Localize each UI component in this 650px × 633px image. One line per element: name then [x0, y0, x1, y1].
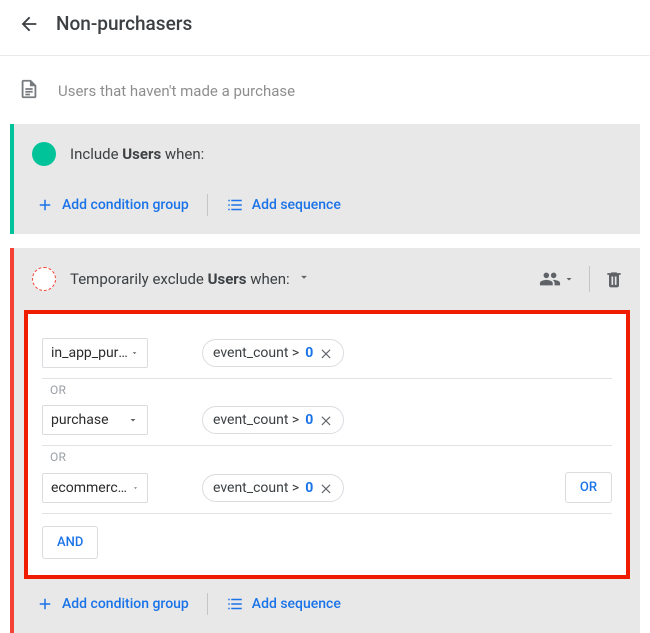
include-heading: Include Users when: — [70, 145, 624, 163]
exclude-heading[interactable]: Temporarily exclude Users when: — [70, 270, 525, 288]
exclude-block: Temporarily exclude Users when: in_app_p… — [10, 248, 640, 633]
remove-condition-icon[interactable] — [319, 346, 333, 360]
conditions-panel: in_app_purchase event_count > 0 OR purch… — [24, 310, 630, 579]
condition-pill[interactable]: event_count > 0 — [202, 406, 344, 434]
description-icon — [18, 78, 40, 104]
scope-picker-button[interactable] — [539, 268, 575, 290]
or-separator: OR — [42, 379, 612, 399]
dimension-picker[interactable]: in_app_purchase — [42, 338, 148, 368]
and-button[interactable]: AND — [42, 526, 98, 559]
description-input[interactable]: Users that haven't made a purchase — [58, 82, 295, 100]
remove-condition-icon[interactable] — [319, 481, 333, 495]
or-button[interactable]: OR — [565, 472, 612, 503]
back-button[interactable] — [18, 13, 40, 35]
include-indicator-icon — [32, 142, 56, 166]
condition-row: purchase event_count > 0 — [42, 399, 612, 446]
or-separator: OR — [42, 446, 612, 466]
dimension-picker[interactable]: ecommerce_purchase — [42, 473, 148, 503]
dimension-picker[interactable]: purchase — [42, 405, 148, 435]
condition-row: ecommerce_purchase event_count > 0 OR — [42, 466, 612, 514]
divider — [207, 593, 208, 615]
include-block: Include Users when: Add condition group … — [10, 124, 640, 234]
remove-condition-icon[interactable] — [319, 413, 333, 427]
add-condition-group-button[interactable]: Add condition group — [32, 591, 193, 617]
add-sequence-button[interactable]: Add sequence — [222, 192, 345, 218]
add-sequence-button[interactable]: Add sequence — [222, 591, 345, 617]
chevron-down-icon[interactable] — [297, 270, 311, 288]
divider — [589, 266, 590, 292]
condition-pill[interactable]: event_count > 0 — [202, 339, 344, 367]
delete-button[interactable] — [604, 269, 624, 289]
page-title: Non-purchasers — [56, 12, 192, 35]
exclude-indicator-icon — [32, 267, 56, 291]
add-condition-group-button[interactable]: Add condition group — [32, 192, 193, 218]
condition-pill[interactable]: event_count > 0 — [202, 474, 344, 502]
condition-row: in_app_purchase event_count > 0 — [42, 332, 612, 379]
divider — [207, 194, 208, 216]
